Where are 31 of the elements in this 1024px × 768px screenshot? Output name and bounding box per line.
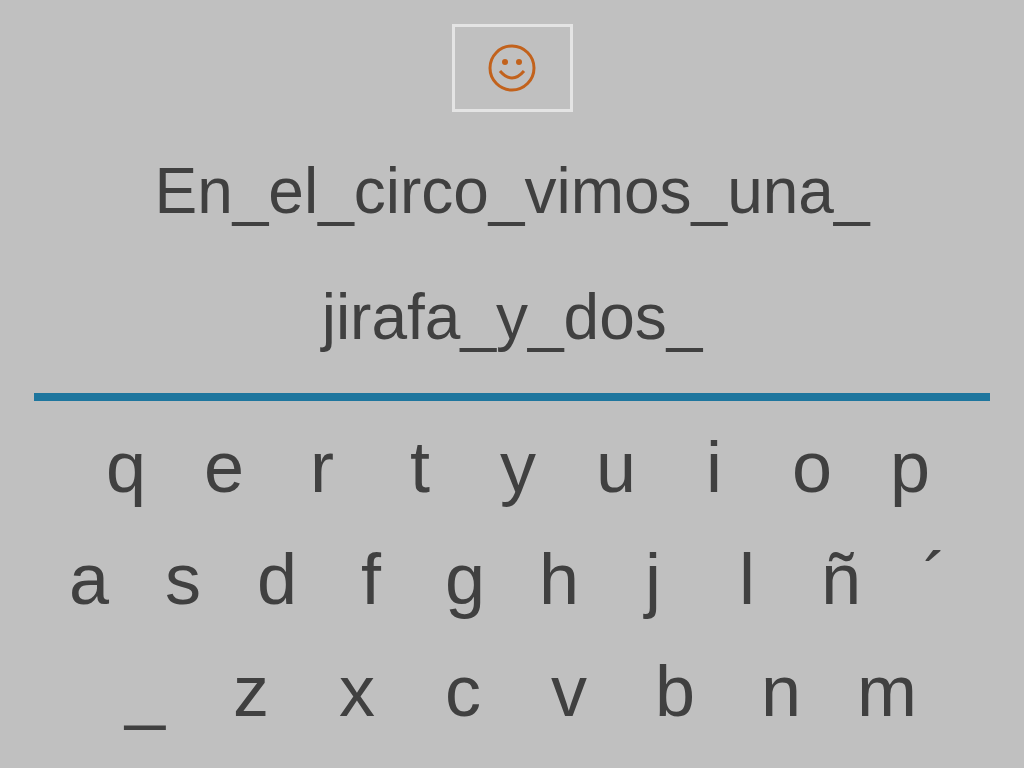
letter-key[interactable]: u (581, 422, 651, 512)
letter-key[interactable]: h (524, 534, 594, 624)
letter-key[interactable]: q (91, 422, 161, 512)
letter-key[interactable]: p (875, 422, 945, 512)
letter-key[interactable]: i (679, 422, 749, 512)
letter-key[interactable]: n (746, 646, 816, 736)
letter-key[interactable]: ´ (900, 534, 970, 624)
letter-key[interactable]: j (618, 534, 688, 624)
smiley-icon (487, 43, 537, 93)
letter-key[interactable]: ñ (806, 534, 876, 624)
letter-key[interactable]: _ (110, 646, 180, 736)
letter-key[interactable]: m (852, 646, 922, 736)
letter-key[interactable]: a (54, 534, 124, 624)
letter-key[interactable]: t (385, 422, 455, 512)
letter-key[interactable]: g (430, 534, 500, 624)
letter-key[interactable]: y (483, 422, 553, 512)
letter-key[interactable]: d (242, 534, 312, 624)
letter-key[interactable]: o (777, 422, 847, 512)
letter-key[interactable]: z (216, 646, 286, 736)
letter-key[interactable]: c (428, 646, 498, 736)
smiley-button[interactable] (451, 24, 573, 112)
letter-key[interactable]: f (336, 534, 406, 624)
letter-key[interactable]: x (322, 646, 392, 736)
sentence-line: En_el_circo_vimos_una_ (154, 154, 870, 229)
letter-key[interactable]: b (640, 646, 710, 736)
letter-key[interactable]: r (287, 422, 357, 512)
letter-key[interactable]: e (189, 422, 259, 512)
letter-key[interactable]: v (534, 646, 604, 736)
letter-key[interactable]: l (712, 534, 782, 624)
sentence-line: jirafa_y_dos_ (321, 280, 703, 355)
letter-key[interactable]: s (148, 534, 218, 624)
